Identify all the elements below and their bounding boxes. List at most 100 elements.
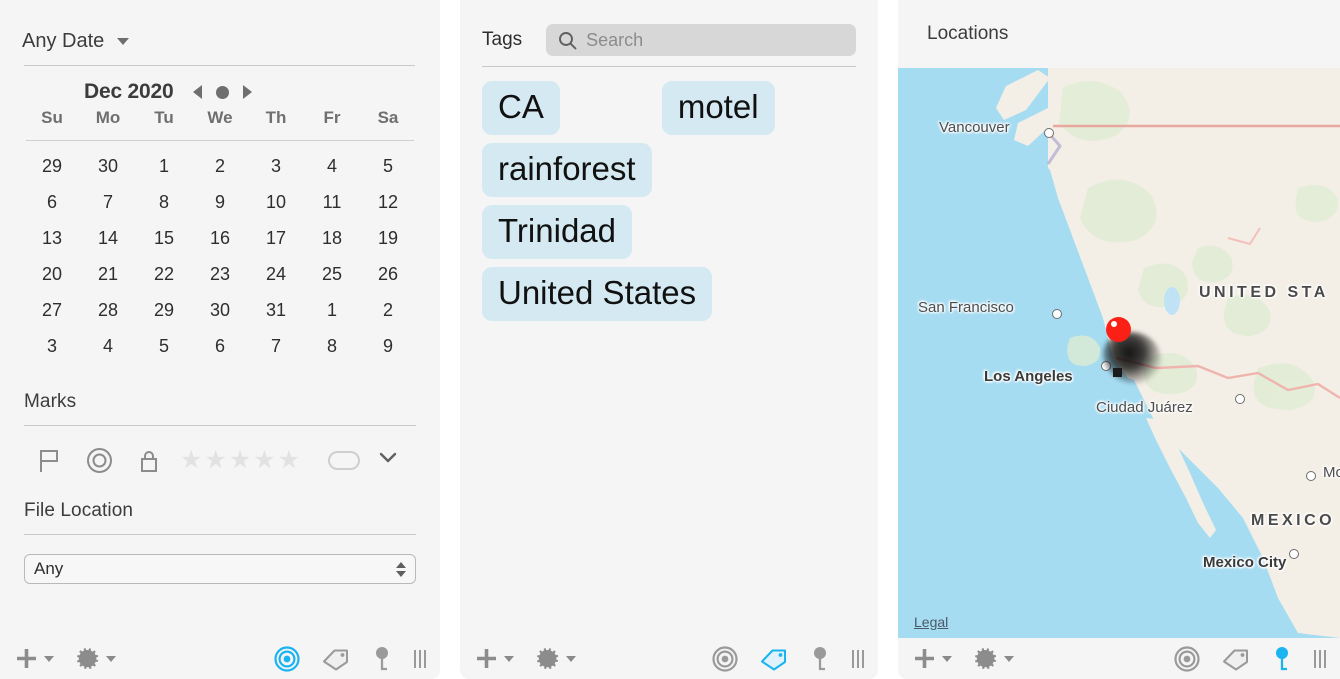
tag-row: Trinidad	[482, 205, 856, 267]
view-pin-icon[interactable]	[810, 646, 830, 672]
add-button[interactable]	[912, 646, 952, 671]
calendar-day[interactable]: 30	[80, 148, 136, 184]
calendar-day[interactable]: 13	[24, 220, 80, 256]
calendar-day[interactable]: 14	[80, 220, 136, 256]
filters-panel-body: Any Date Dec 2020 Su Mo Tu We Th Fr Sa 2…	[0, 0, 440, 638]
file-location-select[interactable]: Any	[24, 554, 416, 584]
marks-title: Marks	[24, 391, 77, 412]
next-month-icon[interactable]	[243, 85, 253, 99]
add-button[interactable]	[14, 646, 54, 671]
tag-search-placeholder: Search	[586, 29, 644, 50]
star-icon[interactable]: ★	[180, 448, 202, 473]
up-down-stepper-icon	[396, 561, 406, 577]
calendar-day[interactable]: 6	[192, 328, 248, 364]
calendar-day-selected[interactable]: 4	[304, 148, 360, 184]
view-tag-icon[interactable]	[1222, 647, 1250, 671]
view-target-icon[interactable]	[712, 645, 738, 672]
calendar-day[interactable]: 16	[192, 220, 248, 256]
calendar-day[interactable]: 24	[248, 256, 304, 292]
chevron-down-icon	[942, 655, 952, 662]
calendar-day[interactable]: 27	[24, 292, 80, 328]
target-icon[interactable]	[74, 447, 124, 474]
date-filter-dropdown[interactable]: Any Date	[0, 0, 440, 65]
calendar-day[interactable]: 1	[304, 292, 360, 328]
calendar-day[interactable]: 21	[80, 256, 136, 292]
calendar-day[interactable]: 26	[360, 256, 416, 292]
add-button[interactable]	[474, 646, 514, 671]
tag-chip[interactable]: CA	[482, 81, 560, 135]
calendar-day[interactable]: 7	[248, 328, 304, 364]
calendar-day[interactable]: 31	[248, 292, 304, 328]
marks-row: ★ ★ ★ ★ ★	[24, 426, 416, 474]
settings-button[interactable]	[536, 646, 576, 671]
calendar-divider	[24, 132, 416, 148]
calendar-day[interactable]: 4	[80, 328, 136, 364]
calendar-day[interactable]: 11	[304, 184, 360, 220]
calendar-week-row: 27 28 29 30 31 1 2	[24, 292, 416, 328]
today-dot-icon[interactable]	[216, 85, 230, 99]
calendar-day[interactable]: 9	[360, 328, 416, 364]
view-tag-icon[interactable]	[760, 647, 788, 671]
star-icon[interactable]: ★	[253, 448, 275, 473]
calendar-day[interactable]: 23	[192, 256, 248, 292]
view-pin-icon[interactable]	[372, 646, 392, 672]
calendar-day[interactable]: 25	[304, 256, 360, 292]
calendar-day[interactable]: 29	[24, 148, 80, 184]
map-city-dot	[1306, 471, 1316, 481]
calendar-day[interactable]: 1	[136, 148, 192, 184]
calendar-day[interactable]: 29	[136, 292, 192, 328]
previous-month-icon[interactable]	[193, 85, 203, 99]
tag-chip[interactable]: United States	[482, 267, 713, 321]
calendar-day[interactable]: 6	[24, 184, 80, 220]
settings-button[interactable]	[974, 646, 1014, 671]
resize-handle[interactable]	[1314, 649, 1326, 668]
calendar-day[interactable]: 22	[136, 256, 192, 292]
calendar-day[interactable]: 18	[304, 220, 360, 256]
calendar-day[interactable]: 5	[360, 148, 416, 184]
label-pill-icon[interactable]	[328, 451, 361, 470]
calendar-week-row: 6 7 8 9 10 11 12	[24, 184, 416, 220]
tag-chip[interactable]: motel	[661, 81, 775, 135]
view-pin-icon[interactable]	[1272, 646, 1292, 672]
settings-button[interactable]	[76, 646, 116, 671]
map-city-label: Ciudad Juárez	[1096, 399, 1193, 416]
calendar-day[interactable]: 20	[24, 256, 80, 292]
flag-icon[interactable]	[24, 448, 74, 474]
star-icon[interactable]: ★	[278, 448, 300, 473]
calendar-day[interactable]: 9	[192, 184, 248, 220]
calendar-day[interactable]: 2	[192, 148, 248, 184]
tag-chip[interactable]: rainforest	[482, 143, 652, 197]
view-target-icon[interactable]	[274, 645, 300, 672]
resize-handle[interactable]	[414, 649, 426, 668]
calendar-day[interactable]: 19	[360, 220, 416, 256]
calendar-day[interactable]: 15	[136, 220, 192, 256]
star-rating-icon[interactable]: ★ ★ ★ ★ ★	[180, 448, 300, 473]
calendar-day[interactable]: 7	[80, 184, 136, 220]
chevron-down-icon	[566, 655, 576, 662]
calendar-day[interactable]: 2	[360, 292, 416, 328]
tag-search-field[interactable]: Search	[546, 24, 856, 56]
chevron-down-icon	[117, 38, 130, 45]
calendar-week-row: 20 21 22 23 24 25 26	[24, 256, 416, 292]
calendar-day[interactable]: 12	[360, 184, 416, 220]
star-icon[interactable]: ★	[229, 448, 251, 473]
map-legal-link[interactable]: Legal	[914, 614, 948, 630]
lock-icon[interactable]	[124, 448, 174, 474]
chevron-down-icon[interactable]	[378, 451, 398, 470]
calendar-day[interactable]: 5	[136, 328, 192, 364]
tag-chip[interactable]: Trinidad	[482, 205, 632, 259]
calendar-day[interactable]: 17	[248, 220, 304, 256]
calendar-day[interactable]: 10	[248, 184, 304, 220]
map-view[interactable]: Vancouver San Francisco Los Angeles Ciudad …	[898, 68, 1340, 638]
calendar-day[interactable]: 28	[80, 292, 136, 328]
calendar-day[interactable]: 8	[304, 328, 360, 364]
view-tag-icon[interactable]	[322, 647, 350, 671]
calendar-day[interactable]: 30	[192, 292, 248, 328]
star-icon[interactable]: ★	[204, 448, 226, 473]
calendar-day[interactable]: 3	[24, 328, 80, 364]
calendar-day[interactable]: 8	[136, 184, 192, 220]
red-map-pin[interactable]	[1106, 317, 1131, 342]
resize-handle[interactable]	[852, 649, 864, 668]
calendar-day[interactable]: 3	[248, 148, 304, 184]
view-target-icon[interactable]	[1174, 645, 1200, 672]
